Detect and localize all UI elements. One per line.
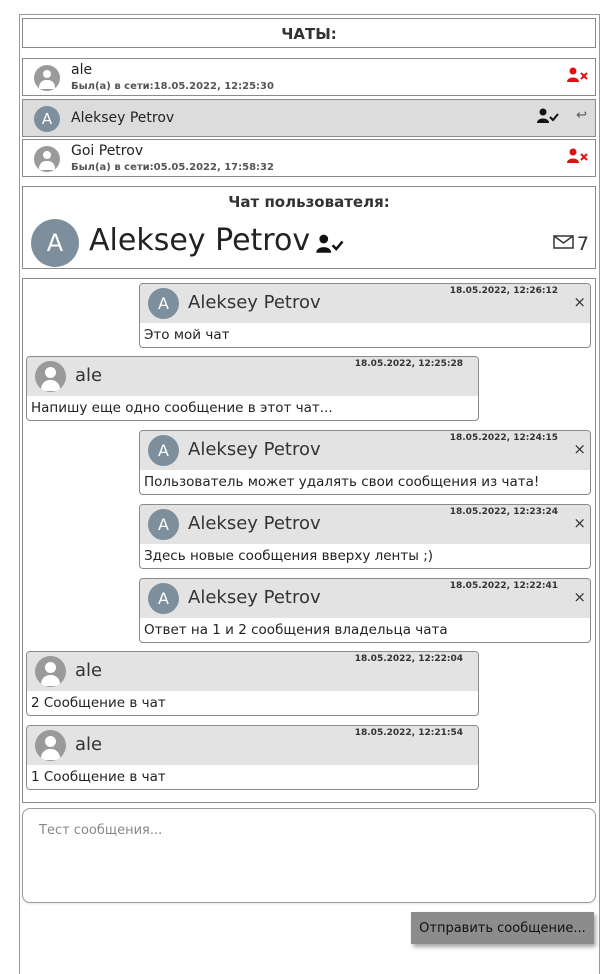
message-time: 18.05.2022, 12:24:15 bbox=[449, 433, 558, 443]
message-item: A Aleksey Petrov 18.05.2022, 12:26:12 × … bbox=[139, 283, 591, 348]
user-remove-icon[interactable] bbox=[567, 148, 589, 168]
envelope-icon bbox=[553, 233, 575, 255]
message-text: Здесь новые сообщения вверху ленты ;) bbox=[144, 548, 434, 564]
message-item: A Aleksey Petrov 18.05.2022, 12:24:15 × … bbox=[139, 430, 591, 495]
close-icon[interactable]: × bbox=[573, 440, 586, 458]
messages-counter: 7 bbox=[553, 233, 589, 255]
close-icon[interactable]: × bbox=[573, 514, 586, 532]
message-author: Aleksey Petrov bbox=[188, 513, 321, 534]
message-item: ale 18.05.2022, 12:22:04 2 Сообщение в ч… bbox=[26, 651, 479, 716]
message-feed[interactable]: A Aleksey Petrov 18.05.2022, 12:26:12 × … bbox=[22, 278, 596, 803]
chat-item-name: Aleksey Petrov bbox=[71, 110, 175, 126]
avatar: A bbox=[148, 288, 179, 319]
message-item: ale 18.05.2022, 12:25:28 Напишу еще одно… bbox=[26, 356, 479, 421]
user-avatar-icon bbox=[34, 65, 60, 91]
message-author: ale bbox=[75, 365, 103, 386]
chat-item-status: Был(а) в сети:18.05.2022, 12:25:30 bbox=[71, 81, 274, 92]
message-time: 18.05.2022, 12:22:04 bbox=[354, 654, 463, 664]
avatar: A bbox=[148, 583, 179, 614]
message-author: ale bbox=[75, 660, 103, 681]
message-input[interactable]: Тест сообщения... bbox=[22, 808, 596, 903]
chat-item-goi-petrov[interactable]: Goi Petrov Был(а) в сети:05.05.2022, 17:… bbox=[22, 139, 596, 177]
send-message-button[interactable]: Отправить сообщение... bbox=[411, 912, 594, 944]
message-author: Aleksey Petrov bbox=[188, 292, 321, 313]
message-item: ale 18.05.2022, 12:21:54 1 Сообщение в ч… bbox=[26, 725, 479, 790]
close-icon[interactable]: × bbox=[573, 588, 586, 606]
avatar: A bbox=[34, 106, 60, 132]
message-author: Aleksey Petrov bbox=[188, 439, 321, 460]
avatar: A bbox=[148, 435, 179, 466]
user-remove-icon[interactable] bbox=[567, 67, 589, 87]
message-text: Пользователь может удалять свои сообщени… bbox=[144, 474, 540, 490]
message-time: 18.05.2022, 12:23:24 bbox=[449, 507, 558, 517]
avatar: A bbox=[31, 219, 79, 267]
chat-item-aleksey-petrov[interactable]: A Aleksey Petrov ↩ bbox=[22, 99, 596, 137]
message-text: Напишу еще одно сообщение в этот чат... bbox=[31, 400, 333, 416]
user-chat-header: Чат пользователя: A Aleksey Petrov 7 bbox=[22, 186, 596, 269]
chats-header: ЧАТЫ: bbox=[22, 18, 596, 48]
message-item: A Aleksey Petrov 18.05.2022, 12:23:24 × … bbox=[139, 504, 591, 569]
message-time: 18.05.2022, 12:21:54 bbox=[354, 728, 463, 738]
message-text: Ответ на 1 и 2 сообщения владельца чата bbox=[144, 622, 448, 638]
user-avatar-icon bbox=[35, 730, 66, 761]
user-avatar-icon bbox=[35, 656, 66, 687]
chat-item-status: Был(а) в сети:05.05.2022, 17:58:32 bbox=[71, 162, 274, 173]
message-item: A Aleksey Petrov 18.05.2022, 12:22:41 × … bbox=[139, 578, 591, 643]
user-check-icon bbox=[537, 108, 559, 128]
user-avatar-icon bbox=[35, 361, 66, 392]
messages-count: 7 bbox=[576, 233, 589, 255]
message-time: 18.05.2022, 12:26:12 bbox=[449, 286, 558, 296]
message-time: 18.05.2022, 12:25:28 bbox=[354, 359, 463, 369]
message-text: 1 Сообщение в чат bbox=[31, 769, 166, 785]
avatar: A bbox=[148, 509, 179, 540]
reply-icon[interactable]: ↩ bbox=[576, 108, 587, 123]
message-author: Aleksey Petrov bbox=[188, 587, 321, 608]
user-check-icon bbox=[316, 234, 344, 258]
user-avatar-icon bbox=[34, 146, 60, 172]
user-chat-title: Чат пользователя: bbox=[228, 193, 390, 211]
chat-item-name: ale bbox=[71, 62, 93, 78]
message-text: Это мой чат bbox=[144, 327, 230, 343]
chat-item-ale[interactable]: ale Был(а) в сети:18.05.2022, 12:25:30 bbox=[22, 58, 596, 96]
close-icon[interactable]: × bbox=[573, 293, 586, 311]
user-chat-name: Aleksey Petrov bbox=[89, 223, 311, 258]
message-time: 18.05.2022, 12:22:41 bbox=[449, 581, 558, 591]
message-author: ale bbox=[75, 734, 103, 755]
message-text: 2 Сообщение в чат bbox=[31, 695, 166, 711]
chat-item-name: Goi Petrov bbox=[71, 143, 144, 159]
